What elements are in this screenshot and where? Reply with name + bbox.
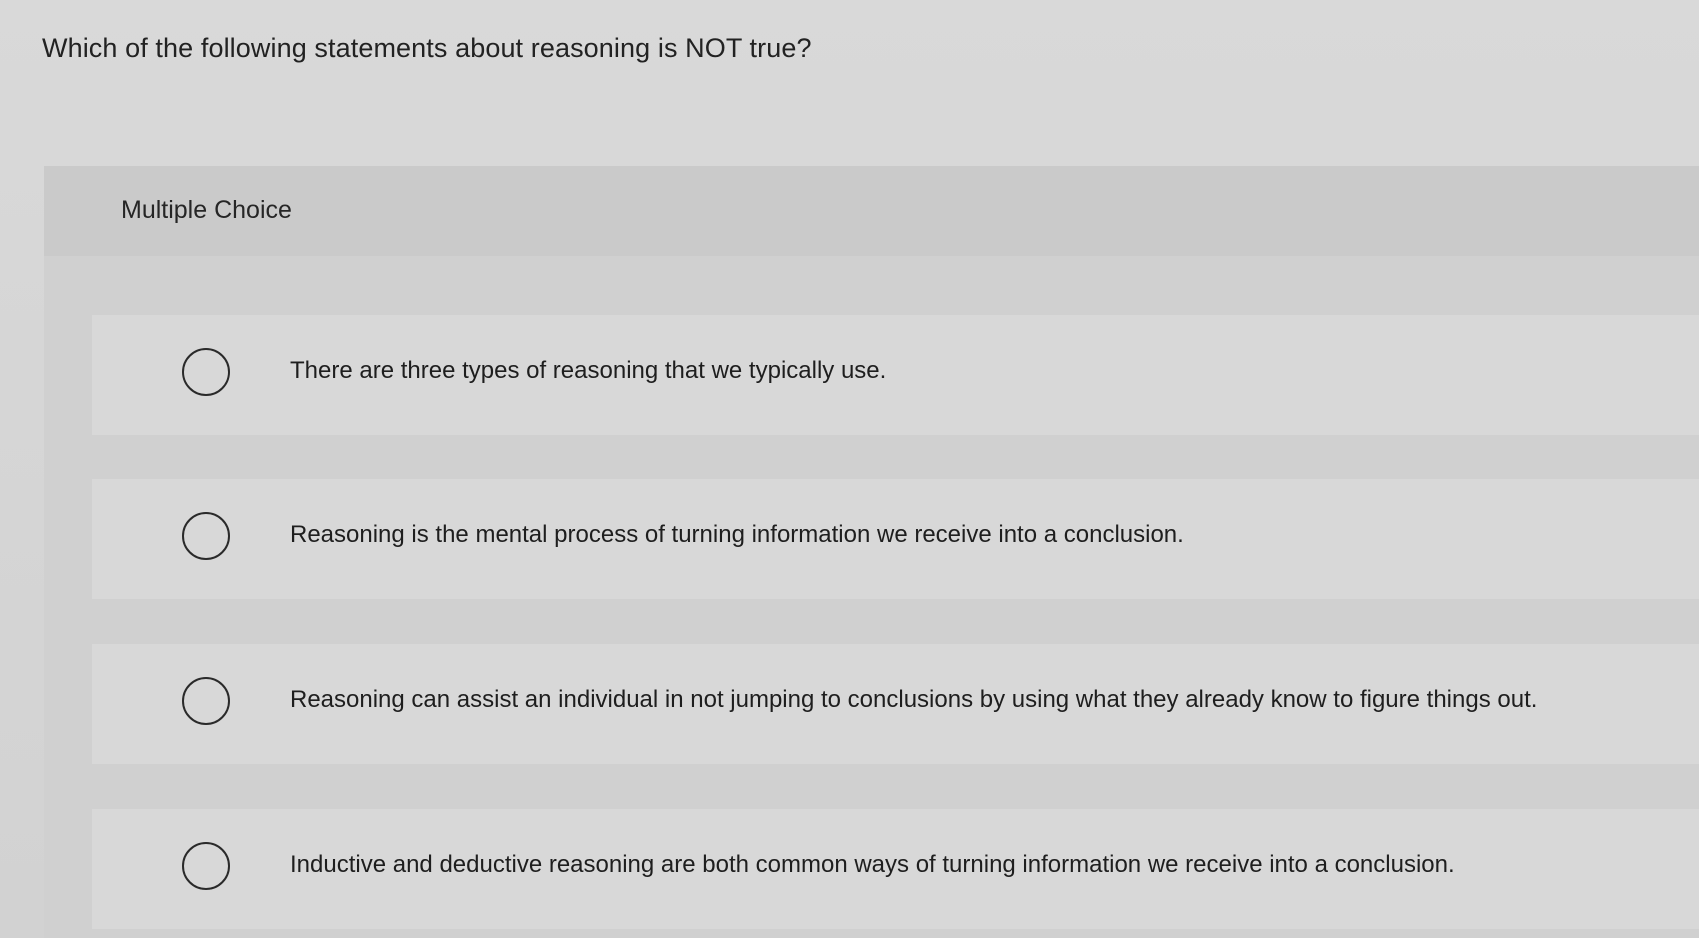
- answer-option-label: Inductive and deductive reasoning are bo…: [290, 851, 1455, 878]
- answer-option-label: There are three types of reasoning that …: [290, 357, 887, 384]
- answer-option-2[interactable]: Reasoning is the mental process of turni…: [92, 479, 1699, 599]
- answer-option-1[interactable]: There are three types of reasoning that …: [92, 315, 1699, 435]
- radio-button-2[interactable]: [182, 512, 230, 560]
- answer-panel: Multiple Choice There are three types of…: [44, 166, 1699, 938]
- panel-header: Multiple Choice: [44, 166, 1699, 256]
- radio-button-3[interactable]: [182, 677, 230, 725]
- answer-option-label: Reasoning is the mental process of turni…: [290, 521, 1184, 548]
- answer-option-4[interactable]: Inductive and deductive reasoning are bo…: [92, 809, 1699, 929]
- question-text: Which of the following statements about …: [42, 33, 812, 63]
- radio-button-1[interactable]: [182, 348, 230, 396]
- quiz-page: Which of the following statements about …: [0, 0, 1699, 938]
- radio-button-4[interactable]: [182, 842, 230, 890]
- answer-option-label: Reasoning can assist an individual in no…: [290, 686, 1538, 713]
- answer-option-3[interactable]: Reasoning can assist an individual in no…: [92, 644, 1699, 764]
- question-type-label: Multiple Choice: [121, 196, 292, 224]
